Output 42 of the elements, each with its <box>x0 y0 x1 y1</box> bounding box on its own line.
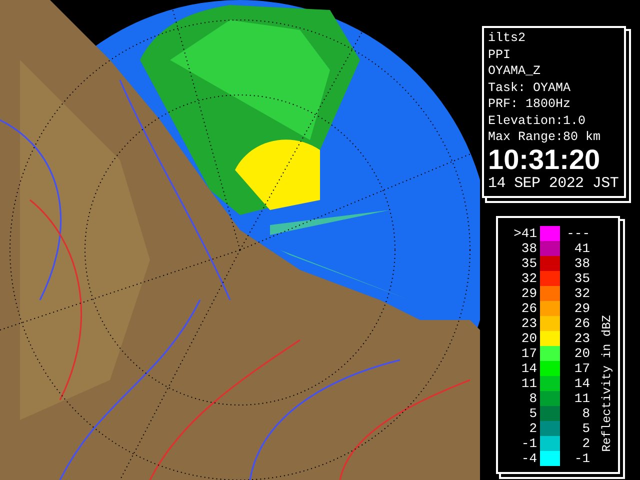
legend-label: 20 <box>521 330 537 346</box>
legend-label: 11 <box>521 376 537 390</box>
legend-label: 8 <box>582 406 590 420</box>
legend-label: 38 <box>574 256 590 270</box>
info-text: Task: OYAMA <box>488 80 571 94</box>
legend-label: 35 <box>521 256 537 270</box>
info-text: ilts2 <box>488 31 526 45</box>
legend-label: 17 <box>521 346 537 360</box>
legend-label: 26 <box>521 300 537 316</box>
legend-label: 20 <box>574 346 590 360</box>
info-text: PPI <box>488 48 511 62</box>
info-text: Max Range:80 km <box>488 130 601 144</box>
legend-label: 29 <box>574 300 590 316</box>
legend-label: 8 <box>529 390 537 406</box>
legend-label: -1 <box>574 450 590 466</box>
legend-label: >41 <box>514 226 537 240</box>
legend-label: 14 <box>574 376 590 390</box>
legend-label: 17 <box>574 360 590 376</box>
info-text: Elevation:1.0 <box>488 114 586 128</box>
legend-label: 23 <box>521 316 537 330</box>
legend-label: 14 <box>521 360 537 376</box>
legend-title: Reflectivity in dBZ <box>599 314 615 452</box>
legend-label: 32 <box>521 270 537 286</box>
legend-label: 5 <box>529 406 537 420</box>
info-text: OYAMA_Z <box>488 64 541 78</box>
legend-label: 32 <box>574 286 590 300</box>
legend-label: 2 <box>529 420 537 436</box>
legend-label: 26 <box>574 316 590 330</box>
legend-label: 5 <box>582 420 590 436</box>
info-text: PRF: 1800Hz <box>488 97 571 111</box>
legend-label: 38 <box>521 240 537 256</box>
date-text: 14 SEP 2022 JST <box>488 174 619 192</box>
legend-label: --- <box>566 226 590 240</box>
legend-label: 23 <box>574 330 590 346</box>
legend-label: 11 <box>574 390 590 406</box>
legend-label: 41 <box>574 240 590 256</box>
legend-label: 29 <box>521 286 537 300</box>
legend-label: -1 <box>521 436 537 450</box>
time-text: 10:31:20 <box>488 144 600 174</box>
legend-label: 2 <box>582 436 590 450</box>
legend-label: -4 <box>521 450 537 466</box>
legend-label: 35 <box>574 270 590 286</box>
